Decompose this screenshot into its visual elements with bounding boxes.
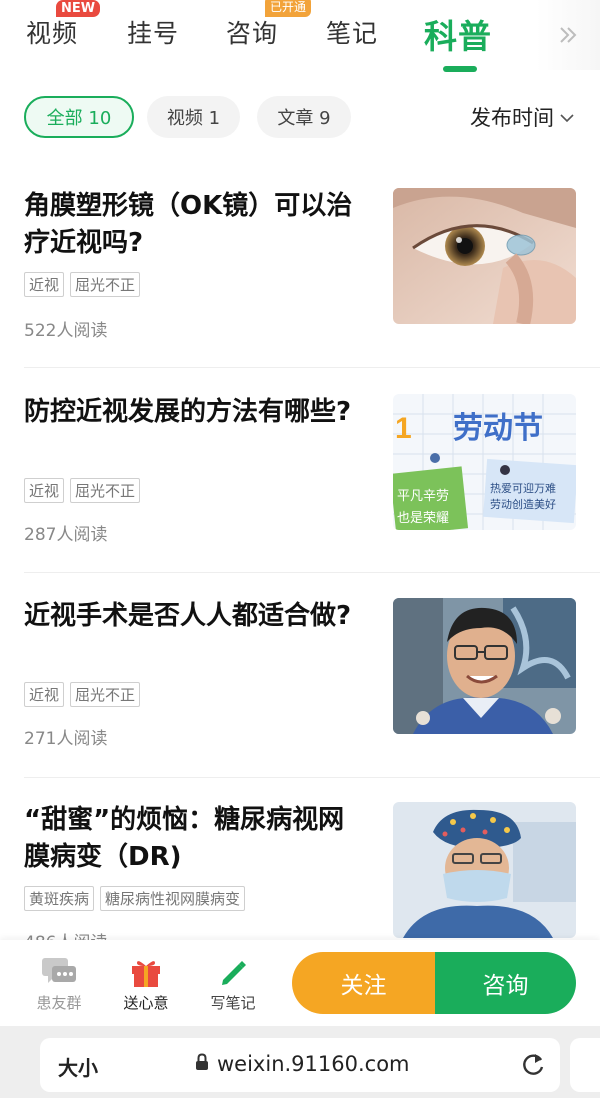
poster-number: 1 (395, 412, 412, 445)
read-count: 522人阅读 (24, 321, 108, 341)
consult-button[interactable]: 咨询 (435, 952, 576, 1014)
filter-all[interactable]: 全部 10 (24, 96, 134, 138)
chat-bubbles-icon (24, 954, 94, 988)
article-thumbnail (393, 598, 576, 734)
article-tag: 黄斑疾病 (24, 886, 95, 911)
opened-badge: 已开通 (265, 0, 312, 17)
write-note-button[interactable]: 写笔记 (198, 954, 268, 1013)
filter-video[interactable]: 视频 1 (147, 96, 240, 138)
text-size-button[interactable]: 大小 (58, 1052, 98, 1081)
tab-notes[interactable]: 笔记 (326, 14, 378, 50)
top-tab-bar: 视频 NEW 挂号 咨询 已开通 笔记 科普 (0, 0, 600, 80)
article-thumbnail (393, 802, 576, 938)
poster-text: 平凡辛劳 (397, 488, 449, 504)
lock-icon (195, 1052, 209, 1076)
tab-video[interactable]: 视频 (26, 14, 78, 50)
article-item[interactable]: 防控近视发展的方法有哪些? 近视 屈光不正 287人阅读 1 劳动节 平凡辛劳 … (0, 394, 600, 599)
article-title: 防控近视发展的方法有哪些? (24, 397, 352, 427)
article-tag: 屈光不正 (70, 682, 141, 707)
poster-text: 也是荣耀 (397, 511, 449, 526)
divider (24, 367, 600, 368)
article-item[interactable]: 近视手术是否人人都适合做? 近视 屈光不正 271人阅读 (0, 598, 600, 803)
browser-address-bar: 大小 weixin.91160.com (0, 1026, 600, 1098)
pencil-icon (198, 954, 268, 988)
article-tag: 近视 (24, 478, 65, 503)
read-count: 287人阅读 (24, 525, 108, 545)
article-thumbnail (393, 188, 576, 324)
divider (24, 572, 600, 573)
article-thumbnail: 1 劳动节 平凡辛劳 也是荣耀 热爱可迎万难 劳动创造美好 (393, 394, 576, 530)
url-box[interactable]: 大小 weixin.91160.com (40, 1038, 560, 1092)
article-tag: 屈光不正 (70, 272, 141, 297)
gift-icon (111, 954, 181, 988)
write-note-label: 写笔记 (210, 994, 256, 1012)
url-display[interactable]: weixin.91160.com (195, 1052, 410, 1076)
filter-bar: 全部 10 视频 1 文章 9 发布时间 (0, 96, 600, 142)
divider (24, 777, 600, 778)
send-gift-label: 送心意 (123, 994, 169, 1012)
article-tag: 近视 (24, 272, 65, 297)
bottom-action-bar: 患友群 送心意 写笔记 关注 咨询 (0, 940, 600, 1026)
tab-registration[interactable]: 挂号 (127, 14, 179, 50)
tab-science[interactable]: 科普 (424, 10, 492, 58)
article-tag: 糖尿病性视网膜病变 (100, 886, 246, 911)
reload-icon[interactable] (520, 1050, 546, 1082)
article-tag: 近视 (24, 682, 65, 707)
poster-text: 劳动创造美好 (490, 497, 556, 511)
active-tab-indicator (443, 66, 477, 72)
new-badge: NEW (56, 0, 101, 17)
browser-tab-preview[interactable] (570, 1038, 600, 1092)
poster-banner: 劳动节 (453, 411, 543, 446)
follow-button[interactable]: 关注 (292, 952, 435, 1014)
send-gift-button[interactable]: 送心意 (111, 954, 181, 1013)
tab-consult[interactable]: 咨询 (226, 14, 278, 50)
article-item[interactable]: 角膜塑形镜（OK镜）可以治疗近视吗? 近视 屈光不正 522人阅读 (0, 188, 600, 393)
poster-text: 热爱可迎万难 (490, 482, 556, 495)
article-title: 近视手术是否人人都适合做? (24, 601, 352, 631)
sort-label: 发布时间 (470, 106, 554, 130)
article-title: 角膜塑形镜（OK镜）可以治疗近视吗? (24, 191, 353, 258)
patient-group-label: 患友群 (36, 994, 82, 1012)
filter-article[interactable]: 文章 9 (257, 96, 351, 138)
chevron-down-icon (560, 108, 574, 127)
patient-group-button[interactable]: 患友群 (24, 954, 94, 1013)
sort-dropdown[interactable]: 发布时间 (470, 102, 574, 132)
double-chevron-right-icon[interactable] (536, 0, 600, 70)
article-title: “甜蜜”的烦恼：糖尿病视网膜病变（DR) (24, 805, 345, 872)
url-text: weixin.91160.com (217, 1052, 410, 1076)
article-tag: 屈光不正 (70, 478, 141, 503)
read-count: 271人阅读 (24, 729, 108, 749)
